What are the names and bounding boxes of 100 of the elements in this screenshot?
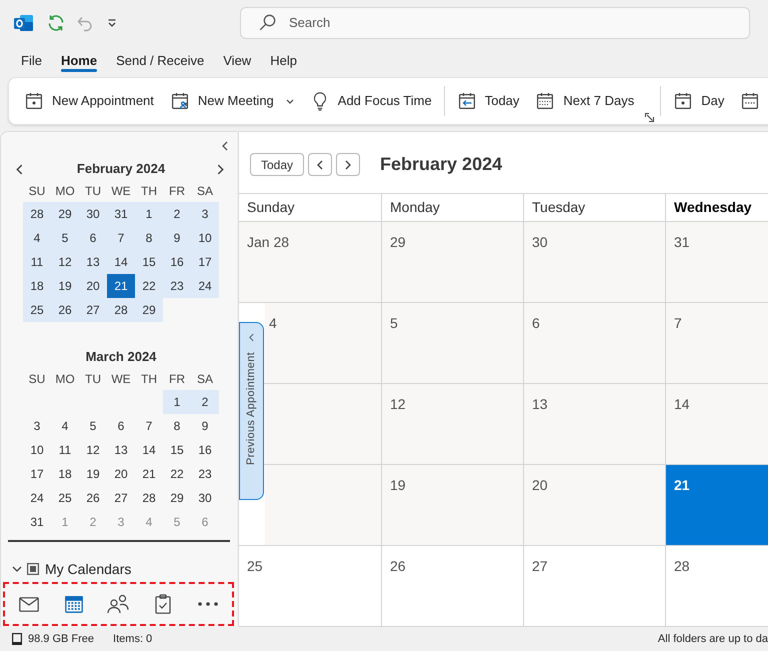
ribbon-button[interactable]: Today	[448, 84, 528, 118]
day-cell[interactable]: 29	[382, 222, 524, 303]
date-button[interactable]: 20	[79, 274, 107, 298]
date-button[interactable]: 13	[107, 438, 135, 462]
date-button[interactable]: 7	[107, 226, 135, 250]
ribbon-button[interactable]: New Meeting	[162, 84, 302, 118]
mail-icon[interactable]	[19, 596, 40, 612]
ribbon-button[interactable]: Day	[665, 84, 732, 118]
date-button[interactable]: 28	[23, 202, 51, 226]
search-field[interactable]: Search	[240, 6, 750, 38]
ribbon-button[interactable]: New Appointment	[16, 84, 162, 118]
date-button[interactable]: 19	[51, 274, 79, 298]
date-button[interactable]: 23	[191, 462, 219, 486]
menu-tab[interactable]: Send / Receive	[107, 45, 214, 77]
day-cell[interactable]	[265, 384, 382, 465]
date-button[interactable]: 12	[51, 250, 79, 274]
date-button[interactable]: 6	[107, 414, 135, 438]
previous-button[interactable]	[308, 153, 332, 176]
day-cell[interactable]	[265, 465, 382, 546]
date-button[interactable]: 21	[107, 274, 135, 298]
date-button[interactable]: 8	[135, 226, 163, 250]
date-button[interactable]: 17	[23, 462, 51, 486]
date-button[interactable]: 9	[163, 226, 191, 250]
date-button[interactable]: 30	[79, 202, 107, 226]
date-button[interactable]: 9	[191, 414, 219, 438]
calendar-icon[interactable]	[64, 594, 84, 614]
date-button[interactable]: 18	[23, 274, 51, 298]
date-button[interactable]: 1	[135, 202, 163, 226]
day-cell[interactable]: 4	[265, 303, 382, 384]
day-cell[interactable]: 21	[666, 465, 768, 546]
previous-month-icon[interactable]	[16, 164, 23, 175]
calendar-group-checkbox[interactable]	[27, 563, 39, 575]
date-button[interactable]: 11	[51, 438, 79, 462]
chevron-down-icon[interactable]	[12, 564, 22, 574]
day-cell[interactable]: 26	[382, 546, 524, 627]
date-button[interactable]: 28	[107, 298, 135, 322]
menu-tab[interactable]: View	[214, 45, 260, 77]
date-button[interactable]: 29	[51, 202, 79, 226]
day-cell[interactable]: 25	[239, 546, 382, 627]
next-month-icon[interactable]	[217, 164, 224, 175]
date-button[interactable]: 22	[135, 274, 163, 298]
day-cell[interactable]: 12	[382, 384, 524, 465]
date-button[interactable]: 10	[23, 438, 51, 462]
date-button[interactable]: 3	[23, 414, 51, 438]
date-button[interactable]: 20	[107, 462, 135, 486]
date-button[interactable]: 16	[191, 438, 219, 462]
date-button[interactable]: 12	[79, 438, 107, 462]
date-button[interactable]: 31	[107, 202, 135, 226]
date-button[interactable]: 26	[79, 486, 107, 510]
date-button[interactable]: 28	[135, 486, 163, 510]
day-cell[interactable]: 13	[524, 384, 666, 465]
more-icon[interactable]	[198, 602, 218, 606]
date-button[interactable]: 2	[191, 390, 219, 414]
calendar-group-label[interactable]: My Calendars	[45, 558, 132, 580]
date-button[interactable]: 24	[23, 486, 51, 510]
clipboard-check-icon[interactable]	[155, 594, 172, 614]
sync-icon[interactable]	[46, 12, 66, 32]
menu-tab[interactable]: File	[12, 45, 51, 77]
date-button[interactable]: 17	[191, 250, 219, 274]
date-button[interactable]: 1	[163, 390, 191, 414]
date-button[interactable]: 25	[51, 486, 79, 510]
date-button[interactable]: 3	[191, 202, 219, 226]
date-button[interactable]: 29	[135, 298, 163, 322]
date-button[interactable]: 30	[191, 486, 219, 510]
date-button[interactable]: 19	[79, 462, 107, 486]
day-cell[interactable]: 31	[666, 222, 768, 303]
date-button[interactable]: 15	[163, 438, 191, 462]
day-cell[interactable]: 27	[524, 546, 666, 627]
menu-tab[interactable]: Home	[52, 45, 106, 77]
today-button[interactable]: Today	[250, 153, 304, 176]
date-button[interactable]: 11	[23, 250, 51, 274]
day-cell[interactable]: 7	[666, 303, 768, 384]
date-button[interactable]: 4	[23, 226, 51, 250]
date-button[interactable]: 8	[163, 414, 191, 438]
date-button[interactable]: 26	[51, 298, 79, 322]
collapse-pane-icon[interactable]	[222, 141, 228, 151]
date-button[interactable]: 6	[79, 226, 107, 250]
date-button[interactable]: 24	[191, 274, 219, 298]
ribbon-button[interactable]: Next 7 Days	[527, 84, 642, 118]
date-button[interactable]: 5	[79, 414, 107, 438]
day-cell[interactable]: 30	[524, 222, 666, 303]
day-cell[interactable]: 20	[524, 465, 666, 546]
date-button[interactable]: 27	[79, 298, 107, 322]
date-button[interactable]: 31	[23, 510, 51, 534]
date-button[interactable]: 14	[135, 438, 163, 462]
date-button[interactable]: 29	[163, 486, 191, 510]
date-button[interactable]: 23	[163, 274, 191, 298]
day-cell[interactable]: Jan 28	[239, 222, 382, 303]
date-button[interactable]: 10	[191, 226, 219, 250]
people-icon[interactable]	[107, 594, 130, 614]
date-button[interactable]: 2	[163, 202, 191, 226]
ribbon-button[interactable]: Add Focus Time	[302, 84, 440, 118]
date-button[interactable]: 4	[51, 414, 79, 438]
day-cell[interactable]: 14	[666, 384, 768, 465]
date-button[interactable]: 21	[135, 462, 163, 486]
previous-appointment-button[interactable]: Previous Appointment	[239, 322, 264, 500]
date-button[interactable]: 15	[135, 250, 163, 274]
day-cell[interactable]: 6	[524, 303, 666, 384]
date-button[interactable]: 25	[23, 298, 51, 322]
day-cell[interactable]: 19	[382, 465, 524, 546]
